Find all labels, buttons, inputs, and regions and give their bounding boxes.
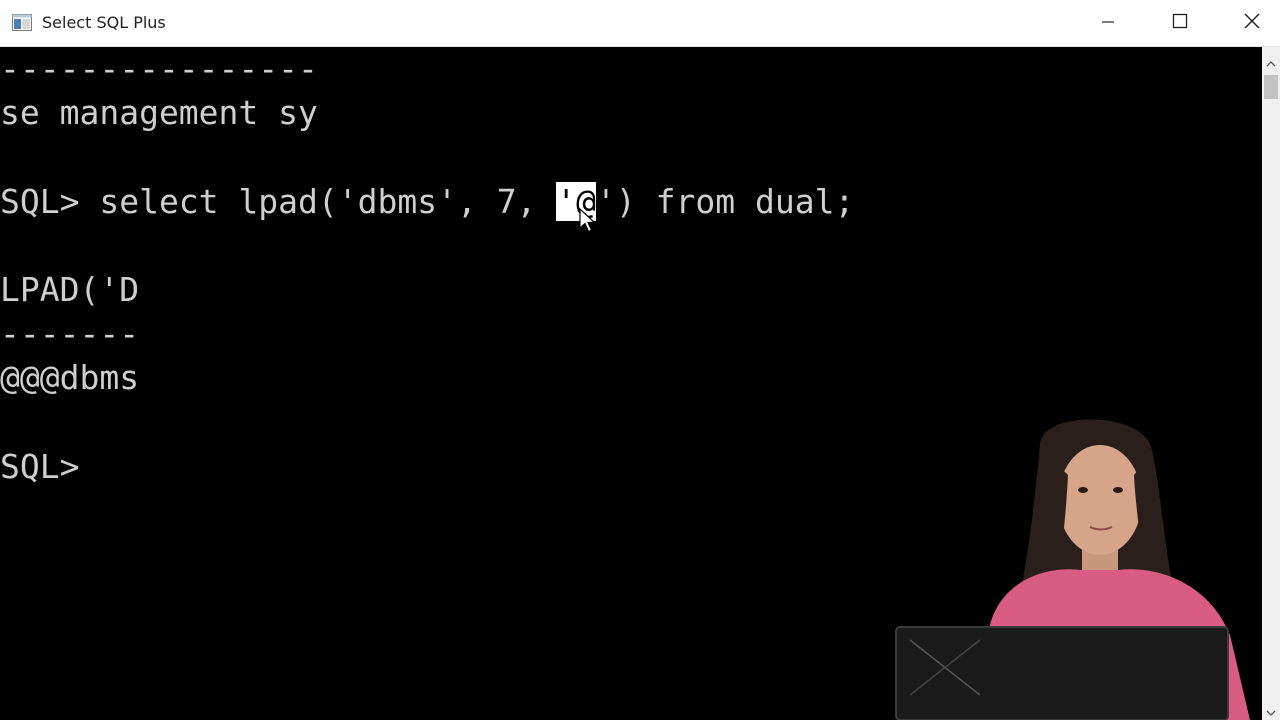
maximize-icon	[1172, 13, 1188, 33]
vertical-scrollbar[interactable]	[1262, 47, 1280, 720]
close-icon	[1244, 13, 1260, 33]
close-button[interactable]	[1216, 0, 1280, 46]
sql-prompt[interactable]: SQL>	[0, 445, 99, 489]
webcam-overlay	[890, 405, 1262, 720]
command-text: SQL> select lpad('dbms', 7,	[0, 182, 557, 221]
command-text-rest: ') from dual;	[596, 182, 855, 221]
chevron-up-icon	[1266, 52, 1276, 71]
face	[1058, 445, 1142, 555]
maximize-button[interactable]	[1144, 0, 1216, 46]
console-line: se management sy	[0, 93, 318, 132]
chevron-down-icon	[1266, 701, 1276, 720]
console-window-icon	[12, 14, 32, 31]
minimize-button[interactable]	[1072, 0, 1144, 46]
column-underline: -------	[0, 314, 140, 353]
window-title: Select SQL Plus	[42, 13, 166, 32]
column-header: LPAD('D	[0, 270, 140, 309]
scroll-thumb[interactable]	[1264, 75, 1278, 99]
laptop	[895, 626, 1229, 720]
mouse-cursor-icon	[579, 207, 597, 234]
sql-command-line: SQL> select lpad('dbms', 7, '@') from du…	[0, 180, 854, 224]
scroll-down-button[interactable]	[1262, 700, 1280, 720]
query-result: @@@dbms	[0, 358, 140, 397]
scroll-up-button[interactable]	[1262, 47, 1280, 75]
title-bar[interactable]: Select SQL Plus	[0, 0, 1280, 47]
console-line: ----------------	[0, 49, 318, 88]
minimize-icon	[1101, 14, 1115, 33]
